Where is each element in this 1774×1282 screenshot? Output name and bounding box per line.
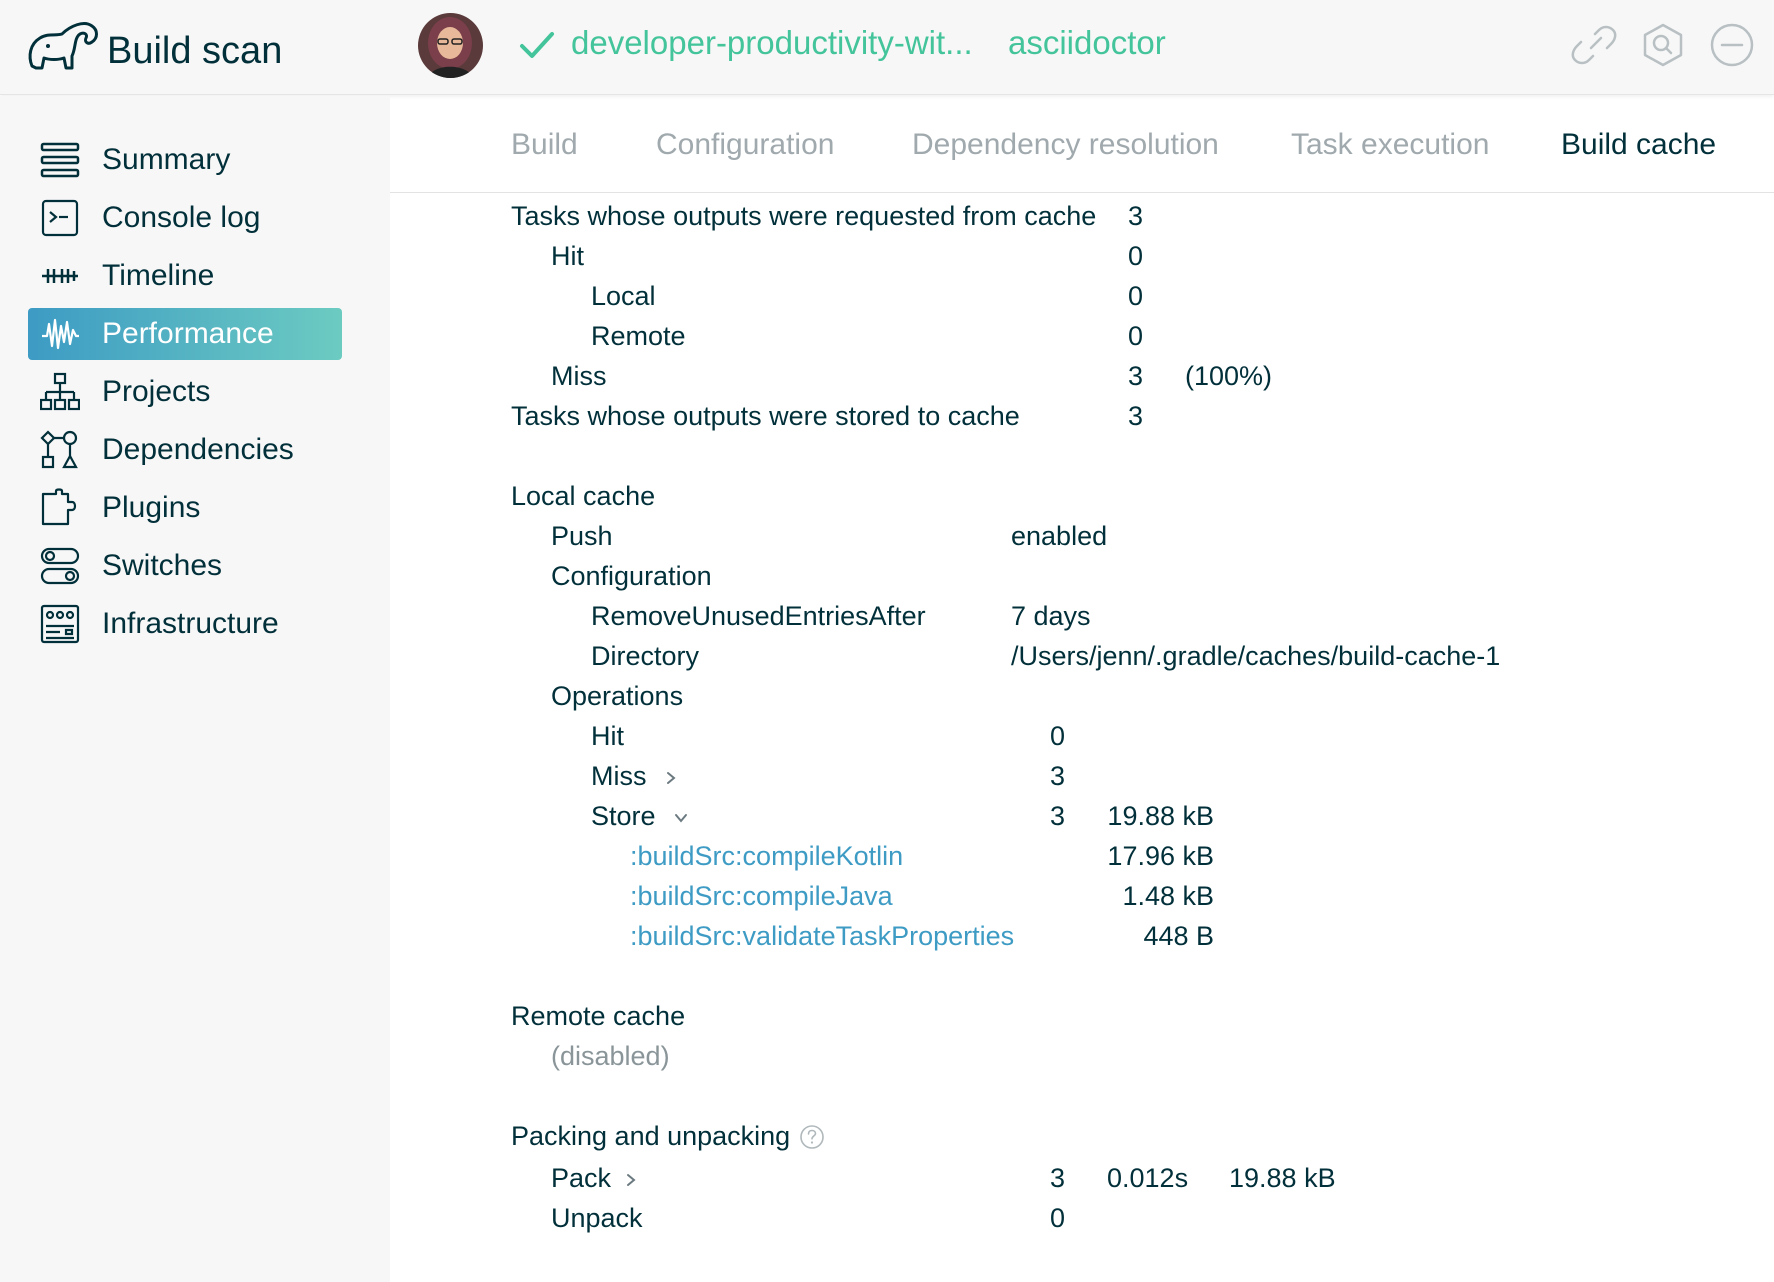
sidebar-item-performance[interactable]: Performance <box>28 308 342 360</box>
sidebar-item-label: Timeline <box>102 259 215 292</box>
op-miss-label: Miss <box>591 761 647 791</box>
project-name[interactable]: developer-productivity-wit... <box>571 24 973 62</box>
sidebar-item-label: Switches <box>102 549 223 582</box>
brand-title[interactable]: Build scan <box>107 30 282 73</box>
sidebar-item-label: Console log <box>102 201 261 234</box>
switches-icon <box>40 547 80 585</box>
chevron-down-icon[interactable] <box>673 810 689 826</box>
op-store-size: 19.88 kB <box>1107 801 1214 831</box>
pack-toggle[interactable]: Pack <box>551 1163 611 1194</box>
sidebar-item-dependencies[interactable]: Dependencies <box>28 424 342 476</box>
unpack-count: 0 <box>1050 1203 1066 1233</box>
op-store-value: 3 <box>1050 801 1066 831</box>
op-store-toggle[interactable]: Store <box>591 801 656 832</box>
miss-label: Miss <box>551 361 607 391</box>
sidebar-item-summary[interactable]: Summary <box>28 134 342 186</box>
store-task-size: 1.48 kB <box>1122 881 1214 911</box>
requested-label: Tasks whose outputs were requested from … <box>511 201 1097 231</box>
chevron-right-icon[interactable] <box>663 770 679 786</box>
stored-value: 3 <box>1128 401 1144 431</box>
sidebar-item-label: Dependencies <box>102 433 294 466</box>
pack-size: 19.88 kB <box>1229 1163 1336 1193</box>
tab-build[interactable]: Build <box>511 128 578 162</box>
store-task-link[interactable]: :buildSrc:validateTaskProperties <box>630 921 1014 952</box>
user-avatar[interactable] <box>418 13 483 78</box>
local-label: Local <box>591 281 656 311</box>
console-icon <box>41 199 79 237</box>
remove-unused-value: 7 days <box>1011 601 1091 631</box>
sidebar-item-projects[interactable]: Projects <box>28 366 342 418</box>
miss-percent: (100%) <box>1185 361 1273 391</box>
op-hit-label: Hit <box>591 721 624 751</box>
sidebar-item-label: Plugins <box>102 491 201 524</box>
hit-value: 0 <box>1128 241 1144 271</box>
sidebar-item-label: Projects <box>102 375 211 408</box>
remote-value: 0 <box>1128 321 1144 351</box>
requested-value: 3 <box>1128 201 1144 231</box>
remote-cache-title: Remote cache <box>511 1001 686 1031</box>
tab-bar: Build Configuration Dependency resolutio… <box>390 96 1774 193</box>
directory-label: Directory <box>591 641 700 671</box>
remote-cache-status: (disabled) <box>551 1041 670 1071</box>
store-task-size: 17.96 kB <box>1107 841 1214 871</box>
tab-dependency-resolution[interactable]: Dependency resolution <box>912 128 1219 162</box>
op-miss-value: 3 <box>1050 761 1066 791</box>
search-icon[interactable] <box>1640 22 1686 68</box>
stored-label: Tasks whose outputs were stored to cache <box>511 401 1020 431</box>
packing-title: Packing and unpacking <box>511 1121 791 1151</box>
link-icon[interactable] <box>1571 22 1617 68</box>
sidebar-item-switches[interactable]: Switches <box>28 540 342 592</box>
tab-configuration[interactable]: Configuration <box>656 128 834 162</box>
plugins-icon <box>41 488 77 526</box>
store-task-link[interactable]: :buildSrc:compileKotlin <box>630 841 903 872</box>
projects-icon <box>40 372 80 411</box>
local-cache-title: Local cache <box>511 481 656 511</box>
sidebar-item-label: Summary <box>102 143 231 176</box>
hit-label: Hit <box>551 241 584 271</box>
top-header: Build scan developer-productivity-wit...… <box>0 0 1774 95</box>
sidebar: Summary Console log Timeline Performance… <box>0 96 390 1282</box>
sidebar-item-plugins[interactable]: Plugins <box>28 482 342 534</box>
tab-task-execution[interactable]: Task execution <box>1291 128 1489 162</box>
summary-icon <box>40 142 80 178</box>
operations-label: Operations <box>551 681 684 711</box>
op-miss-toggle[interactable]: Miss <box>591 761 647 792</box>
dependencies-icon <box>40 430 78 469</box>
infrastructure-icon <box>40 604 80 644</box>
remove-unused-label: RemoveUnusedEntriesAfter <box>591 601 926 631</box>
op-store-label: Store <box>591 801 656 831</box>
performance-icon <box>42 318 79 350</box>
store-task-link[interactable]: :buildSrc:compileJava <box>630 881 893 912</box>
unpack-label: Unpack <box>551 1203 643 1233</box>
sidebar-item-label: Infrastructure <box>102 607 279 640</box>
sidebar-item-console-log[interactable]: Console log <box>28 192 342 244</box>
push-value: enabled <box>1011 521 1108 551</box>
remote-label: Remote <box>591 321 686 351</box>
help-icon[interactable] <box>799 1124 825 1150</box>
sidebar-item-timeline[interactable]: Timeline <box>28 250 342 302</box>
pack-label: Pack <box>551 1163 612 1193</box>
sidebar-item-label: Performance <box>102 317 274 350</box>
op-hit-value: 0 <box>1050 721 1066 751</box>
pack-time: 0.012s <box>1107 1163 1189 1193</box>
push-label: Push <box>551 521 613 551</box>
tab-build-cache[interactable]: Build cache <box>1561 128 1716 162</box>
minus-circle-icon[interactable] <box>1709 22 1755 68</box>
miss-value: 3 <box>1128 361 1144 391</box>
store-task-size: 448 B <box>1143 921 1214 951</box>
local-value: 0 <box>1128 281 1144 311</box>
elephant-logo-icon[interactable] <box>26 16 101 74</box>
sidebar-item-infrastructure[interactable]: Infrastructure <box>28 598 342 650</box>
check-icon <box>520 32 554 58</box>
project-tag[interactable]: asciidoctor <box>1008 24 1166 62</box>
configuration-label: Configuration <box>551 561 712 591</box>
directory-value: /Users/jenn/.gradle/caches/build-cache-1 <box>1011 641 1501 671</box>
pack-count: 3 <box>1050 1163 1066 1193</box>
chevron-right-icon[interactable] <box>623 1172 639 1188</box>
timeline-icon <box>42 269 78 283</box>
